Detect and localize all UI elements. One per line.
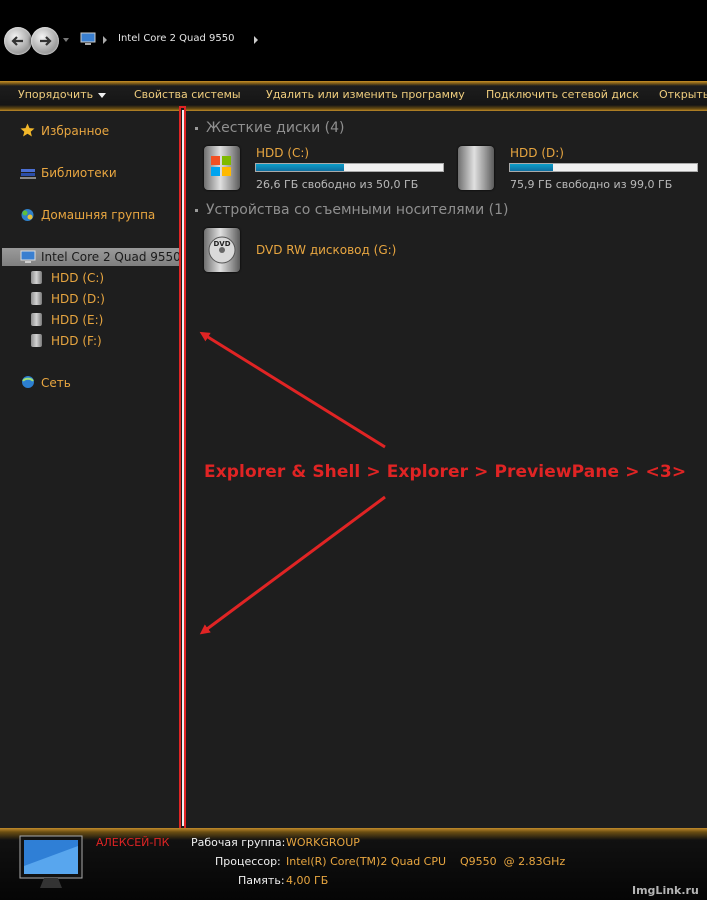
uninstall-program-button[interactable]: Удалить или изменить программу: [266, 88, 465, 101]
pane-divider[interactable]: [182, 110, 184, 826]
sidebar-item-computer[interactable]: Intel Core 2 Quad 9550: [2, 248, 183, 266]
drive-icon: [31, 292, 42, 305]
arrow-left-icon: [11, 36, 23, 46]
arrow-right-icon: [40, 36, 52, 46]
monitor-icon: [19, 835, 83, 888]
dvd-disc-icon: DVD: [208, 236, 236, 264]
drive-d-name[interactable]: HDD (D:): [510, 146, 564, 160]
drive-c-info: 26,6 ГБ свободно из 50,0 ГБ: [256, 178, 419, 191]
sidebar-item-libraries[interactable]: Библиотеки: [41, 166, 117, 180]
homegroup-icon: [21, 209, 34, 221]
group-header-removable[interactable]: Устройства со съемными носителями (1): [206, 202, 508, 218]
windows-logo-icon: [211, 156, 231, 176]
network-icon: [22, 376, 34, 388]
arrow-down-left-icon: [199, 495, 386, 635]
sidebar-item-network[interactable]: Сеть: [41, 376, 71, 390]
forward-button[interactable]: [31, 27, 59, 55]
library-icon: [20, 169, 36, 179]
back-button[interactable]: [4, 27, 32, 55]
watermark: ImgLink.ru: [632, 884, 699, 897]
memory-value: 4,00 ГБ: [286, 874, 329, 887]
drive-d-usage-fill: [510, 164, 553, 171]
workgroup-label: Рабочая группа:: [191, 836, 286, 849]
drive-d-info: 75,9 ГБ свободно из 99,0 ГБ: [510, 178, 673, 191]
drive-c-usage-bar: [255, 163, 444, 172]
arrow-up-left-icon: [199, 331, 386, 449]
drive-c-usage-fill: [256, 164, 344, 171]
sidebar-item-homegroup[interactable]: Домашняя группа: [41, 208, 155, 222]
dvd-label: DVD: [213, 240, 230, 248]
sidebar-item-label: Intel Core 2 Quad 9550: [41, 250, 181, 264]
group-header-hard-disks[interactable]: Жесткие диски (4): [206, 120, 344, 136]
breadcrumb-separator[interactable]: [254, 36, 258, 44]
group-collapse-icon[interactable]: [195, 209, 198, 212]
sidebar-item-drive-d[interactable]: HDD (D:): [51, 292, 105, 306]
star-icon: [20, 123, 35, 137]
drive-icon: [31, 313, 42, 326]
chevron-down-icon: [98, 92, 107, 98]
memory-label: Память:: [238, 874, 285, 887]
sidebar-item-favorites[interactable]: Избранное: [41, 124, 109, 138]
computer-name: АЛЕКСЕЙ-ПК: [96, 836, 170, 849]
cpu-value: Intel(R) Core(TM)2 Quad CPU Q9550 @ 2.83…: [286, 855, 566, 868]
dvd-drive-icon[interactable]: DVD: [204, 228, 240, 272]
drive-c-icon[interactable]: [204, 146, 240, 190]
sidebar-item-drive-e[interactable]: HDD (E:): [51, 313, 103, 327]
drive-icon: [31, 334, 42, 347]
drive-d-icon[interactable]: [458, 146, 494, 190]
map-network-drive-button[interactable]: Подключить сетевой диск: [486, 88, 639, 101]
dvd-drive-name[interactable]: DVD RW дисковод (G:): [256, 243, 396, 257]
drive-windows-icon: [31, 271, 42, 284]
drive-d-usage-bar: [509, 163, 698, 172]
sidebar-item-drive-f[interactable]: HDD (F:): [51, 334, 102, 348]
open-button[interactable]: Открыть: [659, 88, 707, 101]
breadcrumb-computer[interactable]: Intel Core 2 Quad 9550: [118, 33, 235, 44]
drive-c-name[interactable]: HDD (C:): [256, 146, 309, 160]
annotation-label: Explorer & Shell > Explorer > PreviewPan…: [204, 462, 687, 482]
breadcrumb-separator[interactable]: [103, 36, 107, 44]
computer-icon: [20, 250, 36, 263]
workgroup-value: WORKGROUP: [286, 836, 360, 849]
recent-pages-dropdown[interactable]: [63, 38, 69, 42]
group-collapse-icon[interactable]: [195, 127, 198, 130]
computer-icon: [80, 32, 96, 45]
organize-label: Упорядочить: [18, 88, 94, 101]
sidebar-item-drive-c[interactable]: HDD (C:): [51, 271, 104, 285]
organize-button[interactable]: Упорядочить: [18, 88, 107, 101]
cpu-label: Процессор:: [215, 855, 281, 868]
system-properties-button[interactable]: Свойства системы: [134, 88, 241, 101]
